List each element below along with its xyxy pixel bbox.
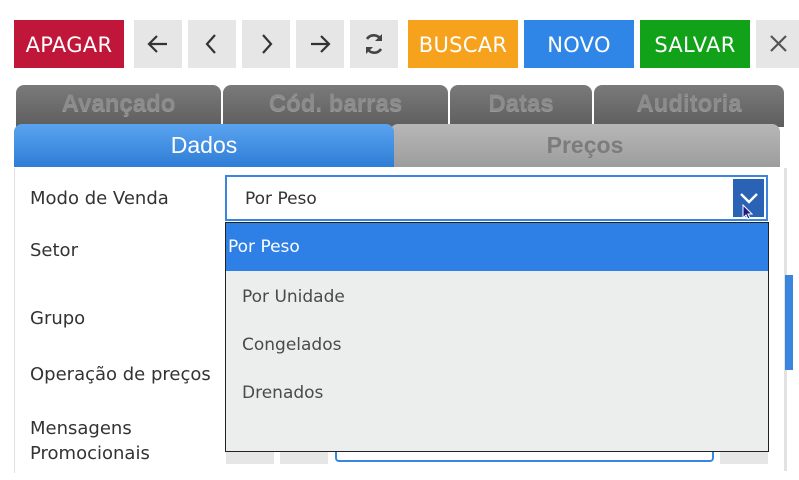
mouse-cursor-icon — [742, 204, 754, 220]
label-grupo: Grupo — [30, 308, 86, 329]
arrow-right-icon — [311, 35, 331, 53]
tab-cod-barras[interactable]: Cód. barras — [223, 85, 448, 127]
tab-avancado[interactable]: Avançado — [16, 85, 221, 127]
tab-dados[interactable]: Dados — [14, 124, 394, 167]
chevron-down-icon — [739, 193, 758, 204]
refresh-button[interactable] — [350, 20, 398, 68]
chevron-right-icon — [262, 34, 273, 54]
close-icon — [769, 35, 787, 52]
refresh-icon — [365, 34, 383, 54]
bottom-field-1[interactable] — [226, 452, 274, 464]
panel-left-border — [14, 168, 15, 473]
modo-venda-select[interactable]: Por Peso — [225, 175, 768, 221]
tab-precos[interactable]: Preços — [390, 124, 780, 167]
buscar-button[interactable]: BUSCAR — [408, 20, 518, 68]
forward-button[interactable] — [296, 20, 344, 68]
select-value: Por Peso — [245, 189, 317, 209]
tab-auditoria[interactable]: Auditoria — [594, 85, 784, 127]
label-modo-venda: Modo de Venda — [30, 188, 169, 209]
option-por-peso[interactable]: Por Peso — [226, 223, 768, 271]
option-congelados[interactable]: Congelados — [226, 321, 768, 369]
option-drenados[interactable]: Drenados — [226, 369, 768, 417]
chevron-left-icon — [205, 34, 216, 54]
bottom-field-3[interactable] — [720, 452, 768, 464]
option-por-unidade[interactable]: Por Unidade — [226, 273, 768, 321]
label-operacao-precos: Operação de preços — [30, 364, 211, 385]
apagar-button[interactable]: APAGAR — [14, 20, 124, 68]
back-button[interactable] — [134, 20, 182, 68]
label-mensagens: Mensagens — [30, 418, 132, 439]
novo-button[interactable]: NOVO — [524, 20, 634, 68]
bottom-field-2[interactable] — [280, 452, 328, 464]
next-button[interactable] — [242, 20, 290, 68]
mensagens-input[interactable] — [335, 452, 714, 462]
tab-datas[interactable]: Datas — [450, 85, 592, 127]
salvar-button[interactable]: SALVAR — [640, 20, 750, 68]
close-button[interactable] — [756, 20, 799, 68]
arrow-left-icon — [147, 35, 167, 53]
modo-venda-dropdown: Por Peso Por Unidade Congelados Drenados — [225, 222, 769, 452]
previous-button[interactable] — [188, 20, 236, 68]
label-promocionais: Promocionais — [30, 443, 150, 464]
scrollbar-thumb[interactable] — [785, 275, 793, 370]
label-setor: Setor — [30, 240, 78, 261]
